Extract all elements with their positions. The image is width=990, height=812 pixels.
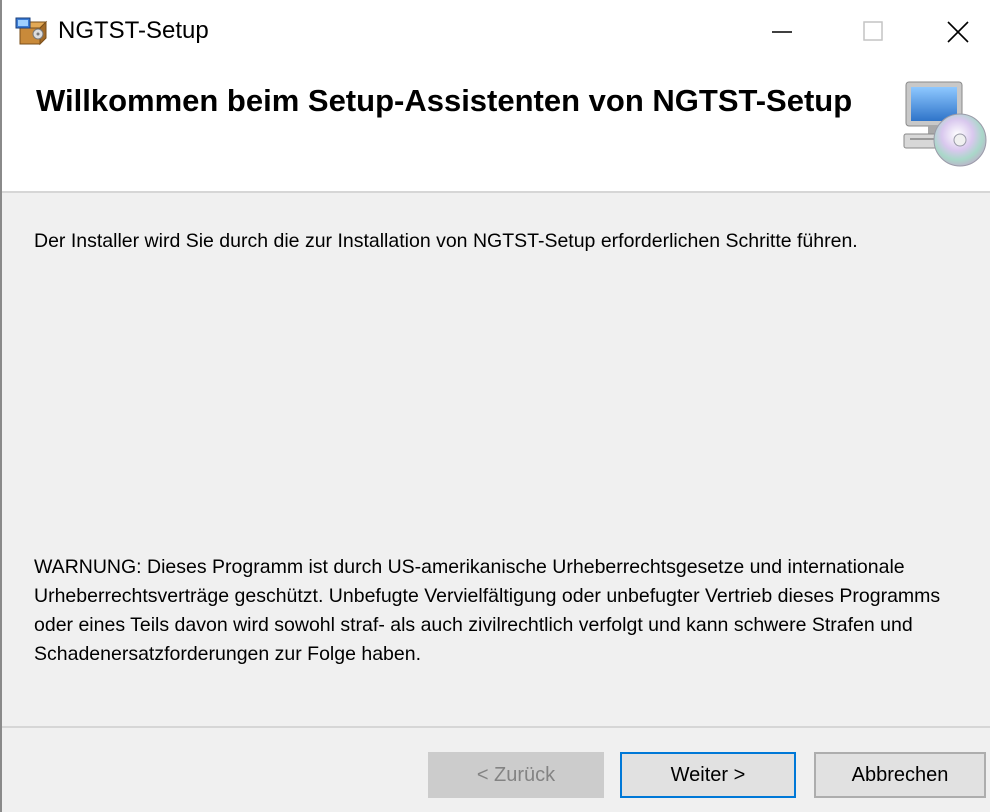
back-button: < Zurück (428, 752, 604, 798)
minimize-button[interactable] (736, 0, 828, 62)
wizard-body: Der Installer wird Sie durch die zur Ins… (2, 193, 990, 726)
wizard-header: Willkommen beim Setup-Assistenten von NG… (2, 62, 990, 193)
installer-package-icon (14, 14, 48, 48)
copyright-warning: WARNUNG: Dieses Programm ist durch US-am… (34, 556, 941, 665)
cancel-button[interactable]: Abbrechen (814, 752, 986, 798)
title-bar[interactable]: NGTST-Setup (2, 0, 990, 62)
setup-window: NGTST-Setup Willkommen beim Setup-Assist… (0, 0, 990, 812)
intro-text: Der Installer wird Sie durch die zur Ins… (34, 230, 858, 252)
window-title: NGTST-Setup (58, 17, 209, 44)
next-button[interactable]: Weiter > (620, 752, 796, 798)
page-title: Willkommen beim Setup-Assistenten von NG… (36, 83, 853, 118)
close-button[interactable] (898, 0, 990, 62)
wizard-footer: < Zurück Weiter > Abbrechen (2, 726, 990, 812)
computer-cd-icon (894, 78, 988, 172)
